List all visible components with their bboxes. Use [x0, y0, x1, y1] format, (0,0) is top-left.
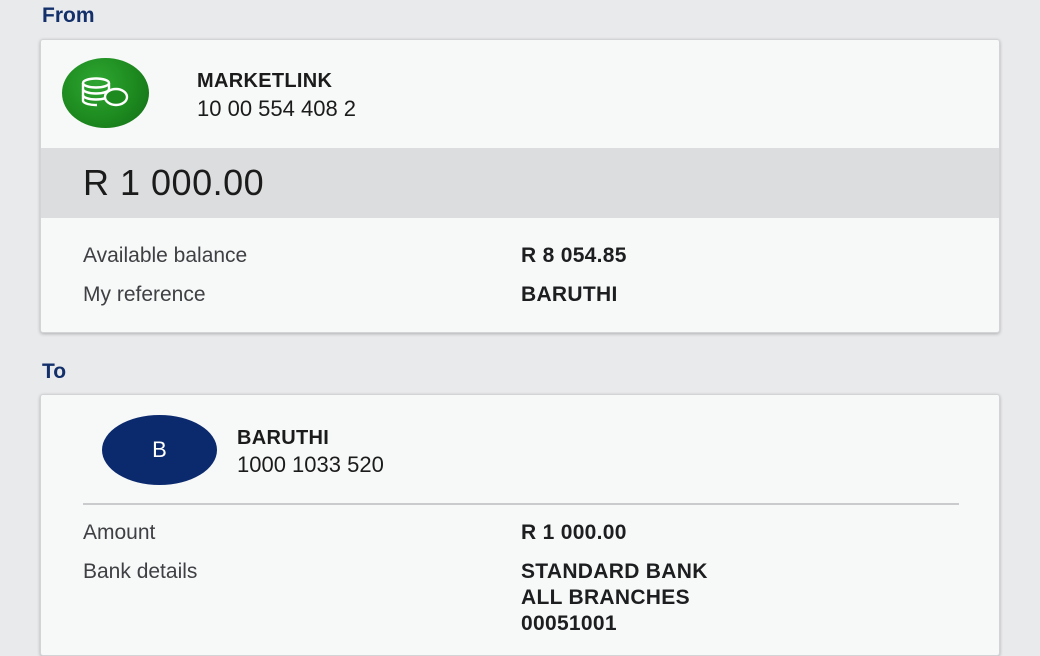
from-account-number: 10 00 554 408 2 — [197, 96, 357, 121]
from-section-label: From — [42, 4, 95, 27]
beneficiary-name: BARUTHI — [237, 427, 330, 449]
bank-details-label: Bank details — [83, 560, 198, 583]
available-balance-value: R 8 054.85 — [521, 244, 627, 267]
amount-value: R 1 000.00 — [521, 521, 627, 544]
bank-branch: ALL BRANCHES — [521, 586, 690, 609]
beneficiary-avatar: B — [102, 415, 217, 485]
bank-name: STANDARD BANK — [521, 560, 708, 583]
to-beneficiary-card[interactable]: B BARUTHI 1000 1033 520 Amount R 1 000.0… — [40, 394, 1000, 656]
from-account-card[interactable]: MARKETLINK 10 00 554 408 2 R 1 000.00 Av… — [40, 39, 1000, 333]
my-reference-label: My reference — [83, 283, 206, 306]
branch-code: 00051001 — [521, 612, 617, 635]
coins-icon — [62, 58, 149, 128]
my-reference-value: BARUTHI — [521, 283, 618, 306]
avatar-letter: B — [152, 437, 167, 462]
beneficiary-account-number: 1000 1033 520 — [237, 452, 384, 477]
amount-band: R 1 000.00 — [41, 148, 999, 218]
divider — [83, 503, 959, 505]
from-account-name: MARKETLINK — [197, 70, 333, 92]
to-section-label: To — [42, 360, 67, 383]
transfer-amount: R 1 000.00 — [83, 162, 265, 203]
available-balance-label: Available balance — [83, 244, 248, 267]
amount-label: Amount — [83, 521, 156, 544]
